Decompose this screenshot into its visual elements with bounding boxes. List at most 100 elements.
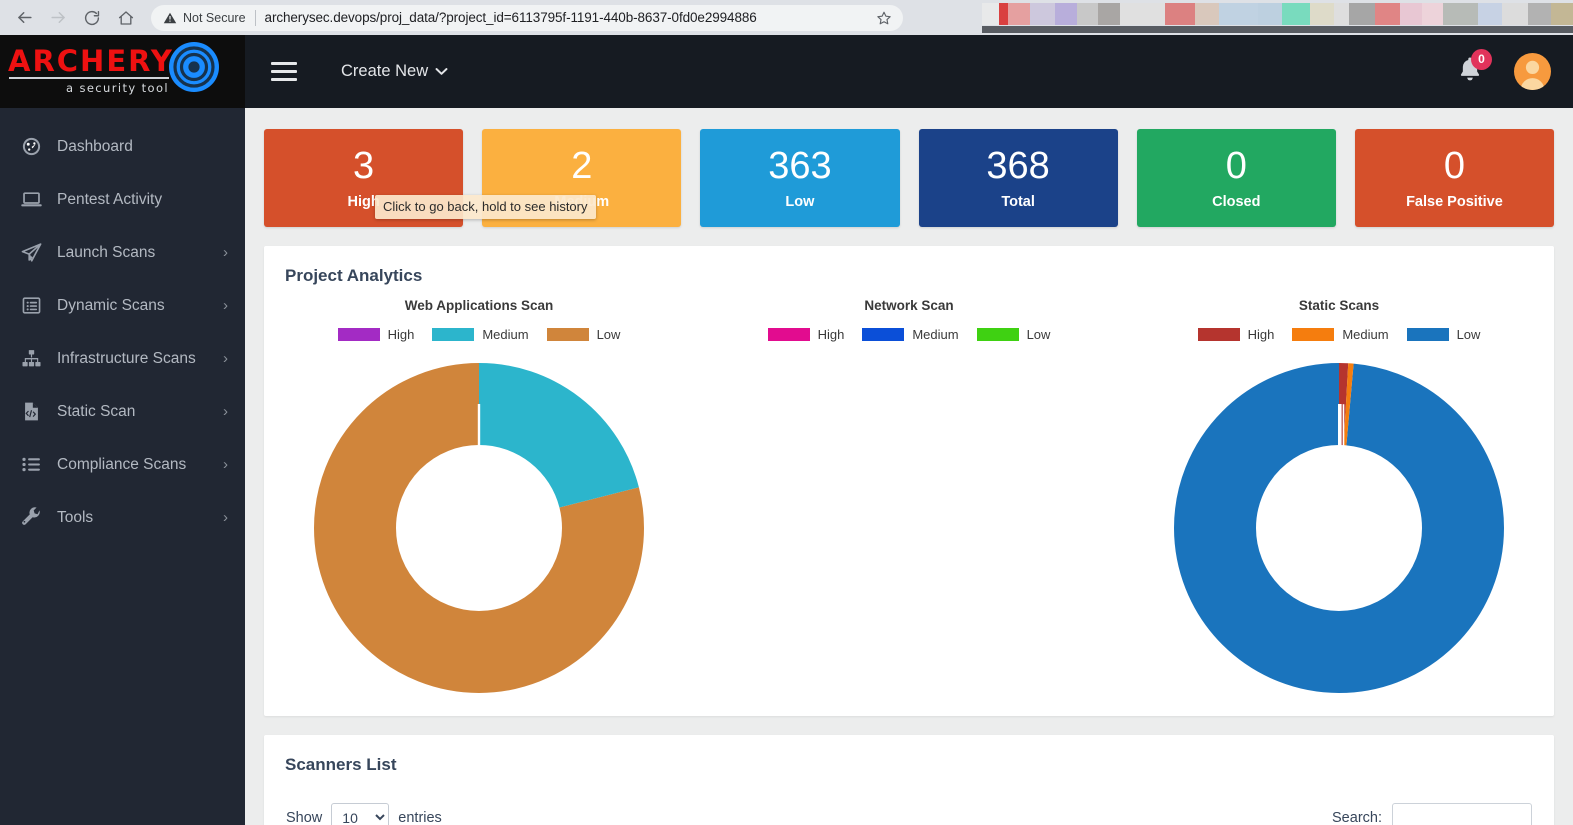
legend-item-medium[interactable]: Medium — [862, 327, 959, 342]
legend-item-high[interactable]: High — [767, 327, 845, 342]
stat-label: Total — [1001, 194, 1035, 210]
chart-network-scan: Network Scan High Medium Low — [694, 298, 1124, 702]
chevron-right-icon: › — [223, 456, 228, 473]
browser-chrome: Not Secure archerysec.devops/proj_data/?… — [0, 0, 1573, 35]
legend-swatch — [1406, 328, 1449, 341]
sidebar-item-launch-scans[interactable]: Launch Scans › — [0, 226, 245, 279]
legend-label: High — [387, 327, 415, 342]
donut-chart-network-empty[interactable] — [739, 354, 1079, 702]
back-arrow-icon[interactable] — [10, 4, 38, 32]
legend-label: Medium — [482, 327, 529, 342]
sidebar-item-tools[interactable]: Tools › — [0, 491, 245, 544]
sidebar-item-label: Dynamic Scans — [57, 296, 165, 314]
show-label: Show — [286, 809, 323, 825]
chart-title: Network Scan — [864, 298, 954, 313]
sidebar-item-static-scan[interactable]: Static Scan › — [0, 385, 245, 438]
star-icon[interactable] — [876, 10, 892, 26]
sitemap-icon — [18, 346, 44, 372]
stat-card-total[interactable]: 368 Total — [918, 129, 1118, 227]
legend-label: Medium — [1342, 327, 1389, 342]
create-new-label: Create New — [341, 62, 429, 80]
scanners-table-controls: Show 10 25 50 100 entries Search: — [264, 775, 1554, 825]
entries-label: entries — [398, 809, 442, 825]
legend-swatch — [337, 328, 380, 341]
legend-item-low[interactable]: Low — [976, 327, 1050, 342]
legend-swatch — [1197, 328, 1240, 341]
stat-label: False Positive — [1406, 194, 1503, 210]
address-bar[interactable]: Not Secure archerysec.devops/proj_data/?… — [151, 4, 903, 31]
chevron-right-icon: › — [223, 350, 228, 367]
donut-svg — [1174, 363, 1504, 693]
stat-value: 363 — [768, 145, 832, 187]
stat-card-false-positive[interactable]: 0 False Positive — [1354, 129, 1555, 227]
chart-legend: High Medium Low — [337, 327, 620, 342]
sidebar-item-infrastructure-scans[interactable]: Infrastructure Scans › — [0, 332, 245, 385]
entries-per-page-select[interactable]: 10 25 50 100 — [331, 803, 390, 825]
warning-triangle-icon — [163, 12, 177, 23]
search-label: Search: — [1332, 809, 1382, 825]
chevron-right-icon: › — [223, 403, 228, 420]
stat-value: 0 — [1225, 145, 1247, 187]
charts-row: Web Applications Scan High Medium Low Ne… — [264, 286, 1554, 702]
stat-value: 368 — [986, 145, 1050, 187]
page-title: Project Analytics — [285, 266, 423, 285]
browser-extensions-blurred-strip — [982, 3, 1573, 35]
legend-item-high[interactable]: High — [1197, 327, 1274, 342]
laptop-icon — [18, 187, 44, 213]
app-logo[interactable]: ARCHERY a security tool — [0, 35, 245, 108]
show-entries-group: Show 10 25 50 100 entries — [286, 803, 442, 825]
security-indicator[interactable]: Not Secure — [163, 11, 246, 25]
notification-badge: 0 — [1471, 48, 1492, 70]
legend-swatch — [432, 328, 475, 341]
security-label: Not Secure — [183, 10, 246, 25]
forward-arrow-icon[interactable] — [44, 4, 72, 32]
legend-swatch — [767, 328, 810, 341]
user-avatar-icon[interactable] — [1514, 53, 1551, 90]
legend-item-low[interactable]: Low — [546, 327, 620, 342]
topbar-right-group: 0 — [1456, 48, 1551, 90]
legend-label: Medium — [912, 327, 959, 342]
sidebar-item-dynamic-scans[interactable]: Dynamic Scans › — [0, 279, 245, 332]
reload-icon[interactable] — [78, 4, 106, 32]
sidebar-nav: Dashboard Pentest Activity Launch Scans … — [0, 108, 245, 544]
sidebar-item-label: Infrastructure Scans — [57, 349, 196, 367]
wrench-icon — [18, 505, 44, 531]
search-input[interactable] — [1392, 803, 1532, 825]
create-new-dropdown[interactable]: Create New — [341, 62, 448, 81]
top-header-bar: Create New 0 — [245, 35, 1573, 108]
chart-legend: High Medium Low — [1197, 327, 1480, 342]
stat-value: 2 — [571, 145, 593, 187]
scanners-list-title: Scanners List — [285, 755, 397, 774]
legend-item-medium[interactable]: Medium — [1292, 327, 1389, 342]
legend-swatch — [1292, 328, 1335, 341]
code-file-icon — [18, 399, 44, 425]
stat-value: 3 — [353, 145, 375, 187]
sidebar-item-label: Dashboard — [57, 137, 133, 155]
sidebar-item-dashboard[interactable]: Dashboard — [0, 120, 245, 173]
stat-card-low[interactable]: 363 Low — [700, 129, 900, 227]
sidebar-item-compliance-scans[interactable]: Compliance Scans › — [0, 438, 245, 491]
sidebar-item-label: Compliance Scans — [57, 455, 187, 473]
logo-wordmark: ARCHERY — [8, 43, 174, 78]
donut-chart-web-applications[interactable] — [309, 354, 649, 702]
chart-static-scans: Static Scans High Medium Low — [1124, 298, 1554, 702]
legend-item-high[interactable]: High — [337, 327, 415, 342]
legend-item-medium[interactable]: Medium — [432, 327, 529, 342]
chart-legend: High Medium Low — [767, 327, 1050, 342]
url-text: archerysec.devops/proj_data/?project_id=… — [264, 10, 757, 25]
legend-swatch — [546, 328, 589, 341]
bullet-list-icon — [18, 452, 44, 478]
paper-plane-icon — [18, 240, 44, 266]
legend-item-low[interactable]: Low — [1406, 327, 1480, 342]
home-icon[interactable] — [112, 4, 140, 32]
stat-label: Closed — [1212, 194, 1261, 210]
hamburger-menu-icon[interactable] — [271, 62, 297, 81]
sidebar-item-label: Pentest Activity — [57, 190, 163, 208]
chevron-right-icon: › — [223, 297, 228, 314]
notifications-button[interactable]: 0 — [1456, 48, 1492, 89]
chart-title: Static Scans — [1298, 298, 1380, 313]
stat-card-closed[interactable]: 0 Closed — [1136, 129, 1336, 227]
sidebar-item-pentest-activity[interactable]: Pentest Activity — [0, 173, 245, 226]
legend-label: High — [817, 327, 845, 342]
donut-chart-static-scans[interactable] — [1169, 354, 1509, 702]
